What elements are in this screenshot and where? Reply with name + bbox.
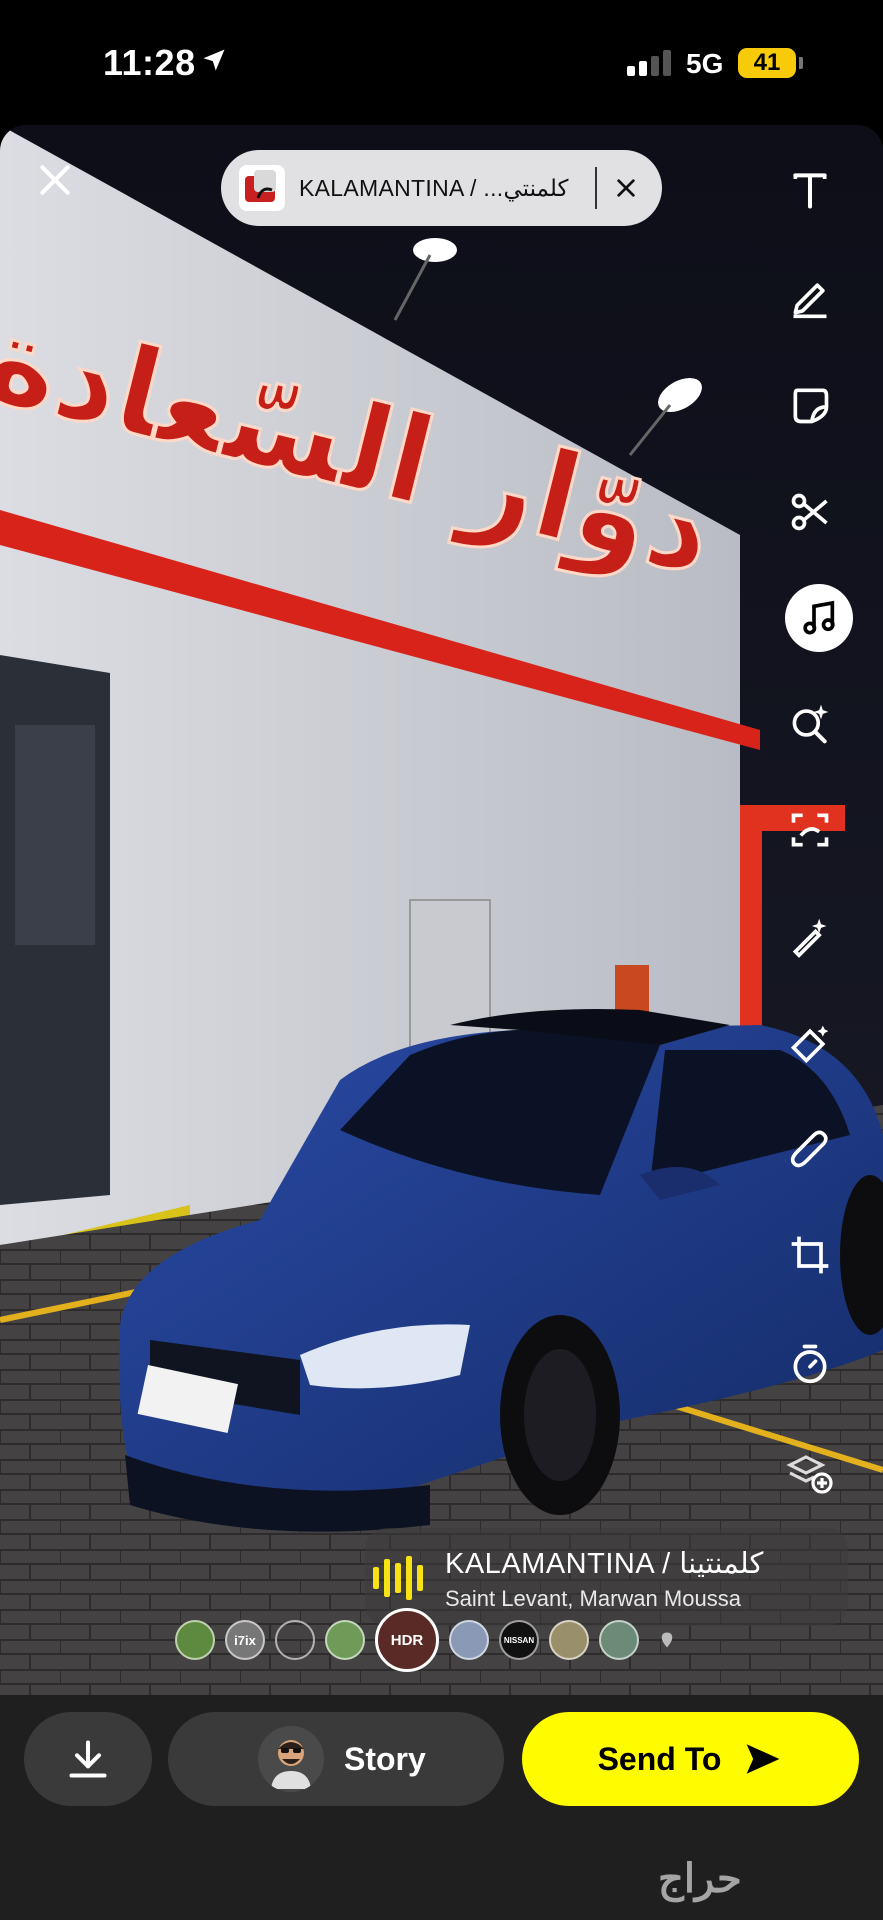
- watermark-logo: حراج: [658, 1857, 742, 1901]
- timer-button[interactable]: [780, 1333, 840, 1393]
- snap-photo[interactable]: دوّار السّعادة: [0, 125, 883, 1695]
- magic-wand-button[interactable]: [780, 907, 840, 967]
- filter-thumb[interactable]: [275, 1620, 315, 1660]
- music-pill-title: KALAMANTINA / ...كلمنتي: [299, 174, 569, 201]
- scissors-tool-button[interactable]: [780, 482, 840, 542]
- eraser-button[interactable]: [780, 1014, 840, 1074]
- music-pill[interactable]: KALAMANTINA / ...كلمنتي: [221, 150, 662, 226]
- close-icon: [40, 165, 70, 195]
- location-arrow-icon: [200, 46, 228, 79]
- scan-icon: [791, 813, 829, 847]
- sticker-icon: [793, 388, 829, 424]
- network-type: 5G: [686, 48, 724, 79]
- album-art-icon: [239, 165, 285, 211]
- filter-thumb[interactable]: [175, 1620, 215, 1660]
- filter-thumb[interactable]: [549, 1620, 589, 1660]
- magic-wand-icon: [792, 918, 827, 958]
- filter-thumb[interactable]: [325, 1620, 365, 1660]
- filter-thumb-selected[interactable]: HDR: [375, 1608, 439, 1672]
- close-button[interactable]: [30, 155, 80, 205]
- text-icon: [793, 173, 827, 209]
- cellular-signal-icon: [627, 50, 671, 76]
- status-time: 11:28: [103, 42, 196, 83]
- sticker-tool-button[interactable]: [780, 375, 840, 435]
- filter-thumb[interactable]: i7ix: [225, 1620, 265, 1660]
- battery-icon: 41: [738, 48, 796, 78]
- avatar: [258, 1726, 324, 1792]
- filter-strip[interactable]: i7ix HDR NISSAN: [175, 1608, 685, 1672]
- status-bar: 11:28 5G 41: [0, 0, 883, 125]
- music-tool-button[interactable]: [785, 584, 853, 652]
- close-icon: [617, 179, 635, 197]
- crop-button[interactable]: [780, 1225, 840, 1285]
- location-pin-icon[interactable]: [649, 1622, 685, 1658]
- eraser-icon: [790, 1025, 829, 1064]
- music-pill-divider: [595, 167, 597, 209]
- battery-tip: [799, 57, 803, 69]
- draw-tool-button[interactable]: [780, 268, 840, 328]
- audio-bars-icon: [373, 1556, 423, 1600]
- scan-button[interactable]: [780, 800, 840, 860]
- story-label: Story: [344, 1740, 426, 1777]
- text-tool-button[interactable]: [780, 160, 840, 220]
- crop-icon: [791, 1236, 829, 1274]
- paperclip-icon: [790, 1130, 828, 1168]
- lens-search-button[interactable]: [780, 693, 840, 753]
- layers-add-icon: [786, 1455, 833, 1494]
- photo-scene: دوّار السّعادة: [0, 125, 883, 1695]
- scissors-icon: [791, 493, 828, 531]
- music-icon: [803, 600, 835, 635]
- battery-level: 41: [753, 49, 781, 76]
- filter-thumb[interactable]: [449, 1620, 489, 1660]
- lens-search-icon: [792, 704, 829, 744]
- pen-icon: [793, 283, 827, 319]
- download-icon: [69, 1740, 107, 1778]
- layers-add-button[interactable]: [780, 1443, 840, 1503]
- send-to-button[interactable]: Send To: [522, 1712, 859, 1806]
- music-card-song: KALAMANTINA / كلمنتينا: [445, 1548, 764, 1580]
- attach-link-button[interactable]: [780, 1120, 840, 1180]
- story-button[interactable]: Story: [168, 1712, 504, 1806]
- send-to-label: Send To: [597, 1740, 722, 1777]
- filter-thumb[interactable]: NISSAN: [499, 1620, 539, 1660]
- remove-music-button[interactable]: [611, 173, 641, 203]
- filter-thumb[interactable]: [599, 1620, 639, 1660]
- download-button[interactable]: [24, 1712, 152, 1806]
- send-arrow-icon: [747, 1744, 780, 1774]
- timer-icon: [793, 1344, 827, 1384]
